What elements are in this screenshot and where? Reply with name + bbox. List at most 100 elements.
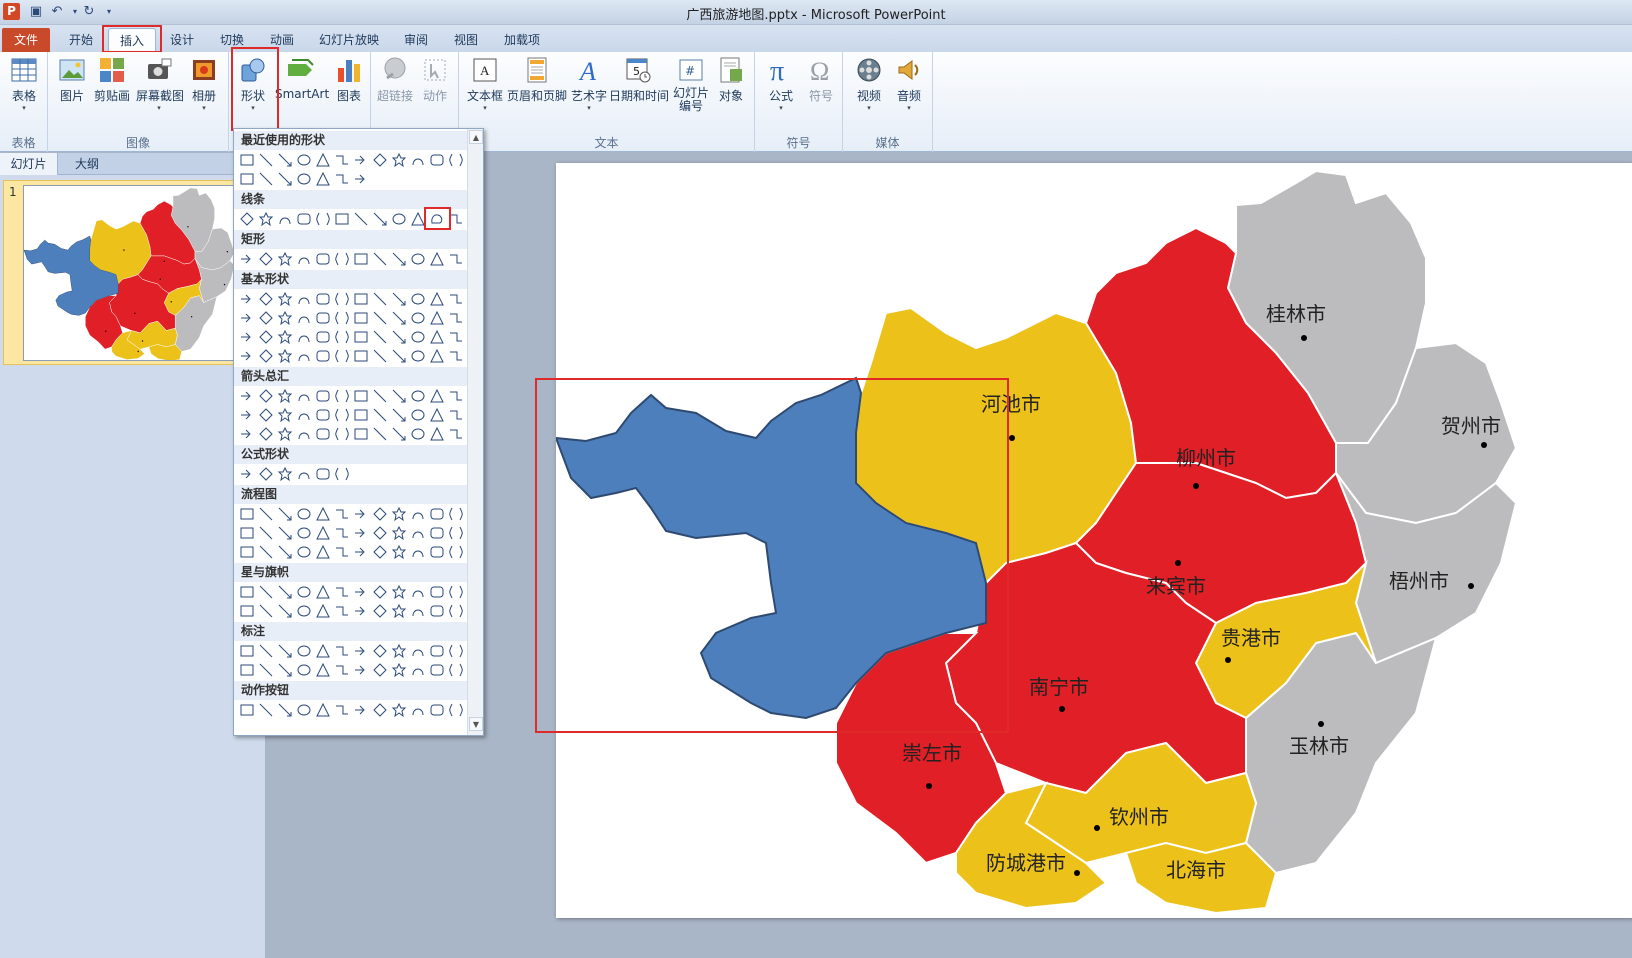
shape-icon[interactable] — [333, 583, 350, 600]
shape-icon[interactable] — [238, 328, 255, 345]
shape-icon[interactable] — [409, 642, 426, 659]
shape-icon[interactable] — [314, 642, 331, 659]
picture-button[interactable]: 图片 — [52, 55, 92, 104]
shape-icon[interactable] — [371, 583, 388, 600]
shape-icon[interactable] — [447, 583, 464, 600]
shape-icon[interactable] — [314, 210, 331, 227]
shape-icon[interactable] — [352, 210, 369, 227]
shape-icon[interactable] — [257, 543, 274, 560]
slide-thumbnail-item[interactable]: 1 — [3, 180, 263, 365]
shape-icon[interactable] — [314, 170, 331, 187]
shape-icon[interactable] — [447, 642, 464, 659]
shape-icon[interactable] — [409, 602, 426, 619]
shape-icon[interactable] — [390, 602, 407, 619]
shape-icon[interactable] — [409, 406, 426, 423]
shape-icon[interactable] — [257, 347, 274, 364]
shape-icon[interactable] — [295, 602, 312, 619]
shape-icon[interactable] — [409, 250, 426, 267]
shape-icon[interactable] — [390, 290, 407, 307]
shape-icon[interactable] — [276, 661, 293, 678]
shape-icon[interactable] — [333, 543, 350, 560]
shape-icon[interactable] — [428, 505, 445, 522]
shape-icon[interactable] — [314, 151, 331, 168]
tab-addins[interactable]: 加载项 — [496, 28, 548, 52]
shape-icon[interactable] — [333, 505, 350, 522]
shape-icon[interactable] — [390, 250, 407, 267]
shape-icon[interactable] — [428, 250, 445, 267]
shape-icon[interactable] — [238, 465, 255, 482]
shape-icon[interactable] — [314, 425, 331, 442]
shape-icon[interactable] — [276, 210, 293, 227]
shape-icon[interactable] — [409, 290, 426, 307]
shape-icon[interactable] — [352, 347, 369, 364]
shape-icon[interactable] — [447, 524, 464, 541]
shape-icon[interactable] — [276, 347, 293, 364]
shape-icon[interactable] — [371, 701, 388, 718]
shape-icon[interactable] — [428, 309, 445, 326]
shape-icon[interactable] — [409, 328, 426, 345]
shape-icon[interactable] — [276, 309, 293, 326]
shape-icon[interactable] — [295, 524, 312, 541]
shape-icon[interactable] — [295, 406, 312, 423]
shape-icon[interactable] — [295, 701, 312, 718]
shape-icon[interactable] — [257, 151, 274, 168]
tab-animations[interactable]: 动画 — [260, 28, 304, 52]
shape-icon[interactable] — [352, 524, 369, 541]
shape-icon[interactable] — [428, 543, 445, 560]
shape-icon[interactable] — [295, 425, 312, 442]
shape-icon[interactable] — [390, 583, 407, 600]
shape-icon[interactable] — [295, 347, 312, 364]
shape-icon[interactable] — [352, 583, 369, 600]
shape-icon[interactable] — [333, 328, 350, 345]
shape-icon[interactable] — [447, 210, 464, 227]
shape-icon[interactable] — [257, 290, 274, 307]
shape-icon[interactable] — [390, 151, 407, 168]
shape-icon[interactable] — [295, 309, 312, 326]
shape-icon[interactable] — [390, 328, 407, 345]
shape-icon[interactable] — [257, 524, 274, 541]
shape-icon[interactable] — [333, 347, 350, 364]
shape-icon[interactable] — [276, 250, 293, 267]
shape-icon[interactable] — [257, 170, 274, 187]
table-button[interactable]: 表格 ▾ — [4, 55, 44, 113]
shape-icon[interactable] — [447, 661, 464, 678]
freeform-icon[interactable] — [428, 210, 445, 227]
shape-icon[interactable] — [409, 524, 426, 541]
shape-icon[interactable] — [257, 661, 274, 678]
shape-icon[interactable] — [295, 387, 312, 404]
slide-canvas[interactable]: 桂林市 河池市 柳州市 贺州市 来宾市 梧州市 贵港市 南宁市 玉林市 崇左市 … — [555, 163, 1632, 918]
shape-icon[interactable] — [352, 602, 369, 619]
shape-icon[interactable] — [238, 524, 255, 541]
shape-icon[interactable] — [428, 661, 445, 678]
shape-icon[interactable] — [371, 661, 388, 678]
shape-icon[interactable] — [428, 425, 445, 442]
shape-icon[interactable] — [314, 602, 331, 619]
shape-icon[interactable] — [409, 583, 426, 600]
shape-icon[interactable] — [390, 347, 407, 364]
shape-icon[interactable] — [314, 250, 331, 267]
shape-icon[interactable] — [257, 387, 274, 404]
tab-file[interactable]: 文件 — [2, 28, 50, 52]
shape-icon[interactable] — [276, 328, 293, 345]
textbox-button[interactable]: A 文本框 ▾ — [465, 55, 505, 113]
shape-icon[interactable] — [314, 505, 331, 522]
shape-icon[interactable] — [447, 505, 464, 522]
audio-button[interactable]: 音频 ▾ — [889, 55, 929, 113]
shape-icon[interactable] — [238, 309, 255, 326]
shape-icon[interactable] — [333, 290, 350, 307]
shape-icon[interactable] — [333, 602, 350, 619]
action-button[interactable]: 动作 — [415, 55, 455, 104]
shape-icon[interactable] — [371, 387, 388, 404]
tab-design[interactable]: 设计 — [160, 28, 204, 52]
shape-icon[interactable] — [276, 701, 293, 718]
shape-icon[interactable] — [352, 328, 369, 345]
shape-icon[interactable] — [276, 583, 293, 600]
smartart-button[interactable]: SmartArt — [275, 55, 329, 101]
shape-icon[interactable] — [447, 347, 464, 364]
shape-icon[interactable] — [295, 505, 312, 522]
tab-view[interactable]: 视图 — [444, 28, 488, 52]
shape-icon[interactable] — [390, 642, 407, 659]
shape-icon[interactable] — [371, 406, 388, 423]
video-button[interactable]: 视频 ▾ — [849, 55, 889, 113]
shape-icon[interactable] — [409, 425, 426, 442]
